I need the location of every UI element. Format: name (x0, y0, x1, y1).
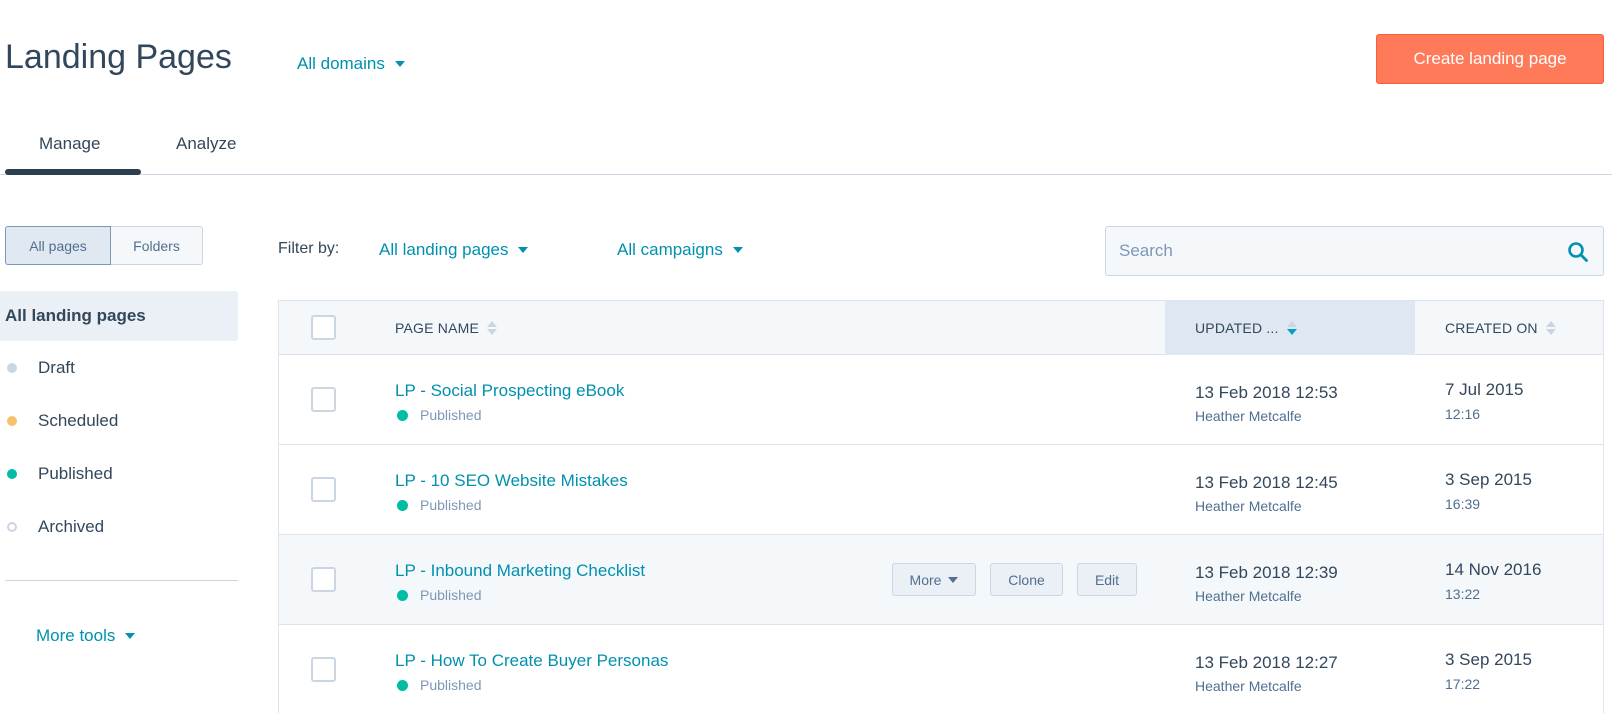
chevron-down-icon (518, 247, 529, 253)
filter-label: Filter by: (278, 240, 340, 257)
all-pages-button[interactable]: All pages (5, 226, 111, 265)
sidebar-item-label: Draft (38, 357, 75, 377)
table-row: LP - Inbound Marketing Checklist Publish… (279, 535, 1603, 625)
active-tab-indicator (5, 169, 141, 175)
created-time: 17:22 (1445, 676, 1481, 692)
tab-manage[interactable]: Manage (39, 134, 100, 154)
created-date: 3 Sep 2015 (1445, 470, 1532, 489)
search-icon[interactable] (1567, 241, 1589, 263)
search-box (1105, 226, 1604, 276)
updated-by: Heather Metcalfe (1195, 678, 1302, 694)
column-header-label: CREATED ON (1445, 320, 1538, 336)
create-landing-page-button[interactable]: Create landing page (1376, 34, 1604, 84)
select-all-checkbox[interactable] (311, 315, 336, 340)
status-dot-hollow-icon (7, 521, 17, 532)
sort-descending-icon (1286, 321, 1297, 335)
created-date: 3 Sep 2015 (1445, 650, 1532, 669)
chevron-down-icon (732, 247, 743, 253)
page-name-link[interactable]: LP - 10 SEO Website Mistakes (395, 471, 628, 491)
created-date: 14 Nov 2016 (1445, 560, 1542, 579)
status-label: Published (420, 407, 482, 423)
sidebar-item-archived[interactable]: Archived (0, 500, 238, 553)
status-dot-icon (7, 468, 17, 479)
status-dot-icon (7, 362, 17, 373)
row-checkbox[interactable] (311, 567, 336, 592)
chevron-down-icon (125, 633, 136, 639)
column-header-updated[interactable]: UPDATED ... (1165, 301, 1415, 355)
folders-button[interactable]: Folders (111, 226, 203, 265)
sidebar-item-all-landing-pages[interactable]: All landing pages (0, 291, 238, 341)
updated-date: 13 Feb 2018 12:53 (1195, 383, 1338, 402)
row-checkbox[interactable] (311, 387, 336, 412)
page-name-link[interactable]: LP - How To Create Buyer Personas (395, 651, 668, 671)
status-label: Published (420, 587, 482, 603)
status-badge: Published (395, 407, 482, 423)
sidebar-item-draft[interactable]: Draft (0, 341, 238, 394)
created-time: 13:22 (1445, 586, 1481, 602)
filter-landing-pages-label: All landing pages (379, 240, 509, 259)
row-checkbox[interactable] (311, 477, 336, 502)
domains-dropdown[interactable]: All domains (297, 54, 405, 74)
more-tools-dropdown[interactable]: More tools (36, 626, 136, 646)
created-time: 16:39 (1445, 496, 1481, 512)
more-actions-button[interactable]: More (892, 563, 976, 596)
updated-by: Heather Metcalfe (1195, 588, 1302, 604)
chevron-down-icon (948, 576, 959, 583)
sidebar-item-label: Scheduled (38, 410, 119, 430)
updated-date: 13 Feb 2018 12:45 (1195, 473, 1338, 492)
updated-date: 13 Feb 2018 12:39 (1195, 563, 1338, 582)
chevron-down-icon (394, 61, 405, 67)
page-title: Landing Pages (5, 38, 232, 76)
view-toggle: All pages Folders (5, 226, 203, 265)
edit-button[interactable]: Edit (1077, 563, 1137, 596)
updated-by: Heather Metcalfe (1195, 408, 1302, 424)
sidebar-item-scheduled[interactable]: Scheduled (0, 394, 238, 447)
updated-date: 13 Feb 2018 12:27 (1195, 653, 1338, 672)
sidebar-item-label: Archived (38, 516, 105, 536)
filter-campaigns-dropdown[interactable]: All campaigns (617, 240, 743, 260)
sidebar: All landing pages Draft Scheduled Publis… (0, 291, 238, 553)
clone-button[interactable]: Clone (990, 563, 1063, 596)
updated-by: Heather Metcalfe (1195, 498, 1302, 514)
published-dot-icon (397, 499, 408, 511)
filter-campaigns-label: All campaigns (617, 240, 723, 259)
page-name-link[interactable]: LP - Inbound Marketing Checklist (395, 561, 645, 581)
status-dot-icon (7, 415, 17, 426)
column-header-page-name[interactable]: PAGE NAME (395, 301, 498, 355)
sort-icon (1545, 321, 1556, 335)
more-actions-label: More (909, 571, 942, 588)
status-badge: Published (395, 677, 482, 693)
table-row: LP - 10 SEO Website Mistakes Published 1… (279, 445, 1603, 535)
status-badge: Published (395, 587, 482, 603)
page-name-link[interactable]: LP - Social Prospecting eBook (395, 381, 624, 401)
tab-analyze[interactable]: Analyze (176, 134, 236, 154)
status-label: Published (420, 497, 482, 513)
column-header-label: UPDATED ... (1195, 320, 1279, 336)
column-header-label: PAGE NAME (395, 320, 480, 336)
landing-pages-table: PAGE NAME UPDATED ... CREATED ON LP - So… (278, 300, 1604, 713)
sidebar-item-label: Published (38, 463, 113, 483)
status-label: Published (420, 677, 482, 693)
tab-bar: Manage Analyze (0, 120, 1612, 175)
sidebar-divider (5, 580, 238, 581)
search-input[interactable] (1106, 227, 1546, 275)
created-date: 7 Jul 2015 (1445, 380, 1524, 399)
sidebar-item-published[interactable]: Published (0, 447, 238, 500)
row-checkbox[interactable] (311, 657, 336, 682)
published-dot-icon (397, 409, 408, 421)
more-tools-label: More tools (36, 626, 116, 645)
created-time: 12:16 (1445, 406, 1481, 422)
table-row: LP - How To Create Buyer Personas Publis… (279, 625, 1603, 713)
table-row: LP - Social Prospecting eBook Published … (279, 355, 1603, 445)
published-dot-icon (397, 679, 408, 691)
filter-landing-pages-dropdown[interactable]: All landing pages (379, 240, 529, 260)
published-dot-icon (397, 589, 408, 601)
sort-icon (487, 321, 498, 335)
domains-dropdown-label: All domains (297, 54, 385, 73)
table-header: PAGE NAME UPDATED ... CREATED ON (279, 301, 1603, 355)
status-badge: Published (395, 497, 482, 513)
column-header-created-on[interactable]: CREATED ON (1415, 301, 1556, 355)
